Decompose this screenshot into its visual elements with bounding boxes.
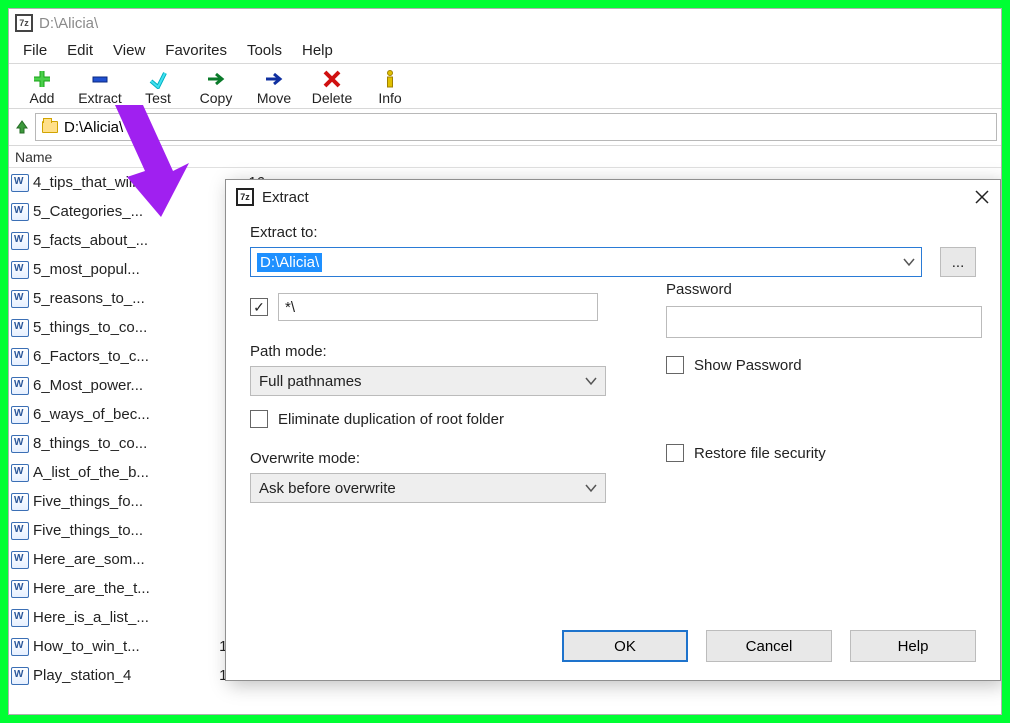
path-mode-select[interactable]: Full pathnames: [250, 366, 606, 396]
word-doc-icon: [11, 319, 29, 337]
help-button[interactable]: Help: [850, 630, 976, 662]
show-password-label: Show Password: [694, 357, 802, 374]
show-password-checkbox[interactable]: [666, 356, 684, 374]
path-box[interactable]: D:\Alicia\: [35, 113, 997, 141]
word-doc-icon: [11, 580, 29, 598]
delete-icon: [322, 68, 342, 90]
word-doc-icon: [11, 348, 29, 366]
toolbar-move[interactable]: Move: [245, 68, 303, 106]
word-doc-icon: [11, 203, 29, 221]
file-name: A_list_of_the_b...: [33, 464, 183, 481]
main-window: 7z D:\Alicia\ FileEditViewFavoritesTools…: [8, 8, 1002, 715]
dialog-title-bar: 7z Extract: [226, 180, 1000, 214]
file-name: Five_things_fo...: [33, 493, 183, 510]
restore-security-label: Restore file security: [694, 445, 826, 462]
test-icon: [148, 68, 168, 90]
file-name: 5_Categories_...: [33, 203, 183, 220]
file-name: Here_are_the_t...: [33, 580, 183, 597]
file-name: 5_most_popul...: [33, 261, 183, 278]
window-title: D:\Alicia\: [39, 15, 98, 32]
app-icon: 7z: [15, 14, 33, 32]
extract-to-value: D:\Alicia\: [257, 253, 322, 272]
menu-help[interactable]: Help: [292, 40, 343, 61]
menu-tools[interactable]: Tools: [237, 40, 292, 61]
overwrite-mode-select[interactable]: Ask before overwrite: [250, 473, 606, 503]
chevron-down-icon: [903, 256, 915, 268]
file-name: Here_is_a_list_...: [33, 609, 183, 626]
toolbar-add[interactable]: Add: [13, 68, 71, 106]
word-doc-icon: [11, 551, 29, 569]
word-doc-icon: [11, 290, 29, 308]
word-doc-icon: [11, 406, 29, 424]
file-name: Five_things_to...: [33, 522, 183, 539]
word-doc-icon: [11, 435, 29, 453]
file-name: How_to_win_t...: [33, 638, 183, 655]
copy-icon: [206, 68, 226, 90]
word-doc-icon: [11, 609, 29, 627]
file-name: 4_tips_that_will...: [33, 174, 183, 191]
add-icon: [32, 68, 52, 90]
overwrite-mode-label: Overwrite mode:: [250, 450, 606, 467]
menu-view[interactable]: View: [103, 40, 155, 61]
extract-to-label: Extract to:: [250, 224, 976, 241]
word-doc-icon: [11, 522, 29, 540]
file-name: Play_station_4: [33, 667, 183, 684]
file-name: 6_Factors_to_c...: [33, 348, 183, 365]
chevron-down-icon: [585, 375, 597, 387]
app-icon: 7z: [236, 188, 254, 206]
file-name: 5_facts_about_...: [33, 232, 183, 249]
star-pattern-input[interactable]: *\: [278, 293, 598, 321]
file-name: Here_are_som...: [33, 551, 183, 568]
browse-button[interactable]: ...: [940, 247, 976, 277]
menu-bar: FileEditViewFavoritesToolsHelp: [9, 37, 1001, 63]
menu-edit[interactable]: Edit: [57, 40, 103, 61]
eliminate-label: Eliminate duplication of root folder: [278, 411, 504, 428]
dialog-title: Extract: [262, 189, 309, 206]
list-header: Name: [9, 146, 1001, 168]
move-icon: [264, 68, 284, 90]
eliminate-checkbox[interactable]: [250, 410, 268, 428]
word-doc-icon: [11, 232, 29, 250]
ok-button[interactable]: OK: [562, 630, 688, 662]
word-doc-icon: [11, 261, 29, 279]
path-text: D:\Alicia\: [64, 119, 123, 136]
extract-dialog: 7z Extract Extract to: D:\Alicia\ ...: [225, 179, 1001, 681]
word-doc-icon: [11, 464, 29, 482]
menu-file[interactable]: File: [13, 40, 57, 61]
file-name: 6_ways_of_bec...: [33, 406, 183, 423]
path-mode-label: Path mode:: [250, 343, 606, 360]
cancel-button[interactable]: Cancel: [706, 630, 832, 662]
title-bar: 7z D:\Alicia\: [9, 9, 1001, 37]
toolbar-extract[interactable]: Extract: [71, 68, 129, 106]
folder-icon: [42, 121, 58, 133]
file-name: 5_things_to_co...: [33, 319, 183, 336]
restore-security-checkbox[interactable]: [666, 444, 684, 462]
toolbar-delete[interactable]: Delete: [303, 68, 361, 106]
word-doc-icon: [11, 493, 29, 511]
word-doc-icon: [11, 638, 29, 656]
word-doc-icon: [11, 667, 29, 685]
star-checkbox[interactable]: ✓: [250, 298, 268, 316]
file-name: 5_reasons_to_...: [33, 290, 183, 307]
menu-favorites[interactable]: Favorites: [155, 40, 237, 61]
word-doc-icon: [11, 377, 29, 395]
up-button[interactable]: [13, 118, 31, 136]
toolbar-test[interactable]: Test: [129, 68, 187, 106]
toolbar-copy[interactable]: Copy: [187, 68, 245, 106]
close-icon[interactable]: [974, 189, 990, 205]
address-bar: D:\Alicia\: [9, 109, 1001, 145]
word-doc-icon: [11, 174, 29, 192]
toolbar: AddExtractTestCopyMoveDeleteInfo: [9, 64, 1001, 108]
info-icon: [380, 68, 400, 90]
file-name: 8_things_to_co...: [33, 435, 183, 452]
toolbar-info[interactable]: Info: [361, 68, 419, 106]
file-name: 6_Most_power...: [33, 377, 183, 394]
extract-icon: [90, 68, 110, 90]
col-name[interactable]: Name: [9, 149, 187, 165]
password-input[interactable]: [666, 306, 982, 338]
password-label: Password: [666, 281, 982, 298]
extract-to-combo[interactable]: D:\Alicia\: [250, 247, 922, 277]
chevron-down-icon: [585, 482, 597, 494]
